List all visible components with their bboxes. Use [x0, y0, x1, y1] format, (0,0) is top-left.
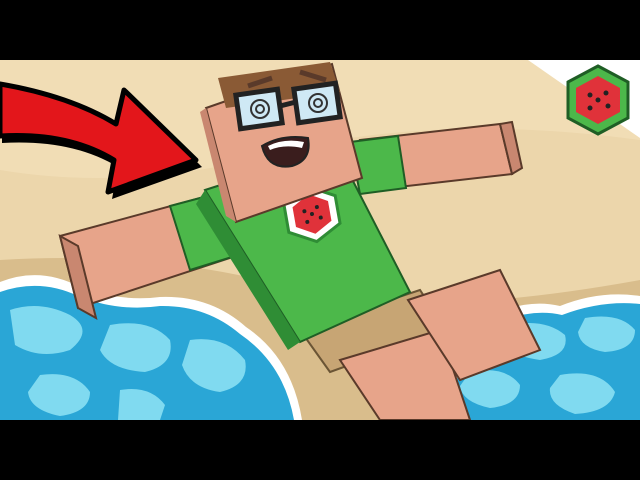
beach-scene — [0, 60, 640, 420]
watermelon-logo-icon — [566, 64, 630, 136]
